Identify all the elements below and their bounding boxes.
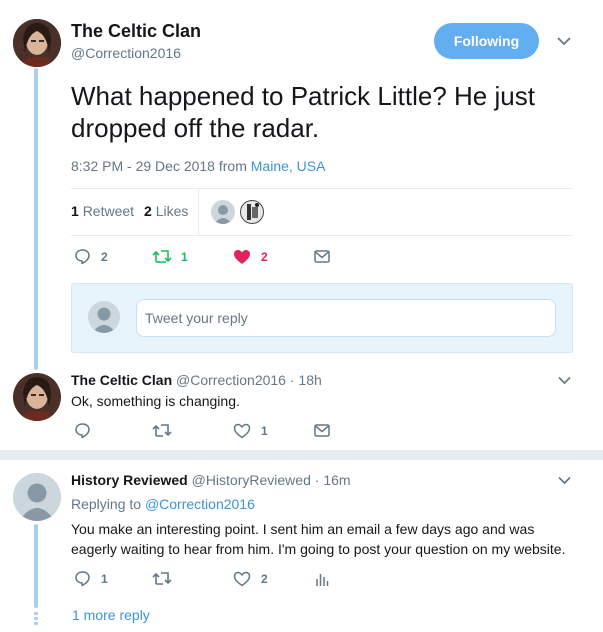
likes-count: 2 bbox=[144, 203, 152, 219]
retweet-icon[interactable] bbox=[152, 571, 172, 586]
liker-avatar[interactable] bbox=[240, 200, 264, 224]
tweet-text: What happened to Patrick Little? He just… bbox=[71, 81, 535, 143]
heart-icon[interactable] bbox=[233, 249, 251, 265]
heart-icon[interactable] bbox=[233, 571, 251, 587]
tweet-timestamp[interactable]: 8:32 PM - 29 Dec 2018 bbox=[71, 158, 215, 174]
reply-header: The Celtic Clan @Correction2016 · 18h bbox=[71, 372, 322, 388]
section-separator bbox=[0, 450, 603, 460]
like-count: 2 bbox=[261, 250, 268, 264]
author-handle[interactable]: @Correction2016 bbox=[176, 372, 286, 388]
replying-prefix: Replying to bbox=[71, 496, 142, 512]
thread-dots bbox=[33, 612, 39, 626]
analytics-icon[interactable] bbox=[315, 571, 329, 587]
chevron-down-icon[interactable] bbox=[558, 476, 571, 485]
author-name[interactable]: The Celtic Clan bbox=[71, 21, 201, 42]
likes-label: Likes bbox=[155, 203, 189, 219]
author-handle[interactable]: @HistoryReviewed bbox=[192, 472, 311, 488]
reply-composer: Tweet your reply bbox=[71, 283, 573, 353]
following-button[interactable]: Following bbox=[434, 23, 539, 59]
retweets-label: Retweet bbox=[82, 203, 135, 219]
reply-icon[interactable] bbox=[74, 422, 91, 439]
reply-time[interactable]: 16m bbox=[323, 472, 350, 488]
reply-text: You make an interesting point. I sent hi… bbox=[71, 521, 566, 557]
author-name[interactable]: The Celtic Clan bbox=[71, 372, 172, 388]
author-handle[interactable]: @Correction2016 bbox=[71, 45, 181, 61]
more-replies-link[interactable]: 1 more reply bbox=[72, 607, 150, 623]
thread-line bbox=[34, 524, 38, 608]
envelope-icon[interactable] bbox=[314, 250, 330, 263]
divider bbox=[71, 188, 573, 189]
location-link[interactable]: Maine, USA bbox=[251, 158, 326, 174]
from-label: from bbox=[218, 158, 247, 174]
reply-count: 2 bbox=[101, 250, 108, 264]
reply-time[interactable]: 18h bbox=[298, 372, 321, 388]
thread-line bbox=[34, 68, 38, 370]
avatar[interactable] bbox=[13, 19, 61, 67]
retweet-stats[interactable]: 1 Retweet bbox=[71, 203, 134, 219]
tweet-timestamp-line: 8:32 PM - 29 Dec 2018 from Maine, USA bbox=[71, 158, 325, 174]
reply-count: 1 bbox=[101, 572, 108, 586]
chevron-down-icon[interactable] bbox=[557, 36, 571, 46]
reply-text: Ok, something is changing. bbox=[71, 393, 240, 409]
separator: · bbox=[314, 472, 320, 488]
avatar[interactable] bbox=[13, 373, 61, 421]
retweet-count: 1 bbox=[181, 250, 188, 264]
user-avatar bbox=[88, 301, 120, 333]
following-button-label: Following bbox=[453, 33, 520, 49]
separator: · bbox=[289, 372, 295, 388]
like-count: 1 bbox=[261, 424, 268, 438]
replying-to-link[interactable]: @Correction2016 bbox=[145, 496, 255, 512]
divider bbox=[71, 235, 573, 236]
envelope-icon[interactable] bbox=[314, 424, 330, 437]
reply-input-placeholder: Tweet your reply bbox=[145, 310, 248, 326]
retweet-icon[interactable] bbox=[152, 249, 172, 264]
replying-to: Replying to @Correction2016 bbox=[71, 496, 255, 512]
retweets-count: 1 bbox=[71, 203, 79, 219]
author-name[interactable]: History Reviewed bbox=[71, 472, 188, 488]
chevron-down-icon[interactable] bbox=[558, 376, 571, 385]
like-stats[interactable]: 2 Likes bbox=[144, 203, 188, 219]
heart-icon[interactable] bbox=[233, 423, 251, 439]
reply-header: History Reviewed @HistoryReviewed · 16m bbox=[71, 472, 351, 488]
avatar[interactable] bbox=[13, 473, 61, 521]
reply-icon[interactable] bbox=[74, 570, 91, 587]
reply-icon[interactable] bbox=[74, 248, 91, 265]
stats-divider bbox=[198, 189, 199, 235]
liker-avatar[interactable] bbox=[211, 200, 235, 224]
retweet-icon[interactable] bbox=[152, 423, 172, 438]
reply-input[interactable]: Tweet your reply bbox=[136, 299, 556, 337]
like-count: 2 bbox=[261, 572, 268, 586]
